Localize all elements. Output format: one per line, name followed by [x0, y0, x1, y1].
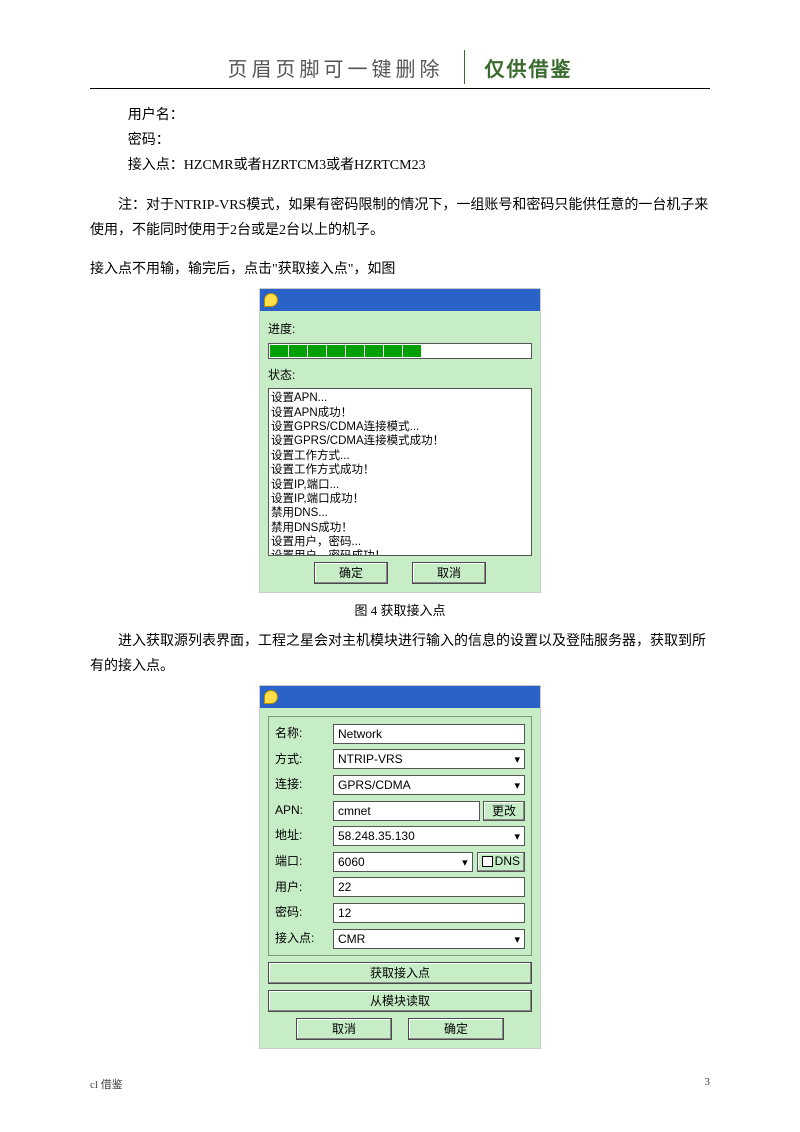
ok-button[interactable]: 确定 [408, 1018, 504, 1040]
checkbox-box[interactable] [482, 856, 493, 867]
input-apn[interactable]: cmnet [333, 801, 480, 821]
password-line: 密码： [90, 128, 710, 153]
dns-label: DNS [495, 851, 520, 873]
status-line: 设置GPRS/CDMA连接模式成功！ [271, 434, 529, 448]
label-port: 端口: [275, 851, 325, 873]
select-accesspoint[interactable]: CMR [333, 929, 525, 949]
status-line: 设置IP,端口成功！ [271, 492, 529, 506]
dialog-titlebar [260, 686, 540, 708]
cancel-button[interactable]: 取消 [296, 1018, 392, 1040]
status-line: 设置工作方式... [271, 449, 529, 463]
page-footer: cl 借鉴 3 [90, 1076, 710, 1092]
page-header: 页眉页脚可一键删除 仅供借鉴 [90, 50, 710, 84]
status-line: 设置用户，密码... [271, 535, 529, 549]
status-line: 禁用DNS成功！ [271, 521, 529, 535]
screenshot-progress-dialog: 进度: 状态: 设置APN... 设置APN成功！ 设置GPRS/CDMA连接模… [259, 288, 541, 593]
header-right-text: 仅供借鉴 [485, 53, 573, 82]
label-conn: 连接: [275, 774, 325, 796]
status-line: 设置IP,端口... [271, 478, 529, 492]
select-port[interactable]: 6060 [333, 852, 473, 872]
select-connection[interactable]: GPRS/CDMA [333, 775, 525, 795]
header-left-text: 页眉页脚可一键删除 [228, 53, 444, 82]
select-address[interactable]: 58.248.35.130 [333, 826, 525, 846]
instruction-1: 接入点不用输，输完后，点击"获取接入点"，如图 [90, 257, 710, 282]
label-mode: 方式: [275, 749, 325, 771]
get-accesspoint-button[interactable]: 获取接入点 [268, 962, 532, 984]
cancel-button[interactable]: 取消 [412, 562, 486, 584]
label-address: 地址: [275, 825, 325, 847]
change-apn-button[interactable]: 更改 [483, 801, 525, 821]
status-line: 设置APN成功！ [271, 406, 529, 420]
app-icon [264, 293, 278, 307]
accesspoint-line: 接入点：HZCMR或者HZRTCM3或者HZRTCM23 [90, 153, 710, 178]
screenshot-network-form: 名称: Network 方式: NTRIP-VRS 连接: GPRS/CDMA … [259, 685, 541, 1049]
header-divider [464, 50, 465, 84]
app-icon [264, 690, 278, 704]
status-line: 设置GPRS/CDMA连接模式... [271, 420, 529, 434]
status-line: 禁用DNS... [271, 506, 529, 520]
username-line: 用户名： [90, 103, 710, 128]
status-line: 设置用户，密码成功！ [271, 549, 529, 556]
label-name: 名称: [275, 723, 325, 745]
progress-label: 进度: [268, 319, 532, 341]
read-from-module-button[interactable]: 从模块读取 [268, 990, 532, 1012]
header-rule [90, 88, 710, 89]
progress-bar [268, 343, 532, 359]
ok-button[interactable]: 确定 [314, 562, 388, 584]
dns-checkbox[interactable]: DNS [477, 852, 525, 872]
paragraph-after-fig4: 进入获取源列表界面，工程之星会对主机模块进行输入的信息的设置以及登陆服务器，获取… [90, 629, 710, 679]
status-line: 设置工作方式成功！ [271, 463, 529, 477]
note-paragraph: 注：对于NTRIP-VRS模式，如果有密码限制的情况下，一组账号和密码只能供任意… [90, 193, 710, 243]
label-user: 用户: [275, 877, 325, 899]
footer-left: cl 借鉴 [90, 1076, 123, 1092]
select-mode[interactable]: NTRIP-VRS [333, 749, 525, 769]
input-name[interactable]: Network [333, 724, 525, 744]
dialog-titlebar [260, 289, 540, 311]
label-accesspoint: 接入点: [275, 928, 325, 950]
status-listbox[interactable]: 设置APN... 设置APN成功！ 设置GPRS/CDMA连接模式... 设置G… [268, 388, 532, 556]
status-label: 状态: [268, 365, 532, 387]
page-number: 3 [705, 1076, 711, 1092]
network-form: 名称: Network 方式: NTRIP-VRS 连接: GPRS/CDMA … [268, 716, 532, 956]
figure-caption-4: 图 4 获取接入点 [90, 599, 710, 622]
status-line: 设置APN... [271, 391, 529, 405]
input-user[interactable]: 22 [333, 877, 525, 897]
label-password: 密码: [275, 902, 325, 924]
input-password[interactable]: 12 [333, 903, 525, 923]
label-apn: APN: [275, 800, 325, 822]
